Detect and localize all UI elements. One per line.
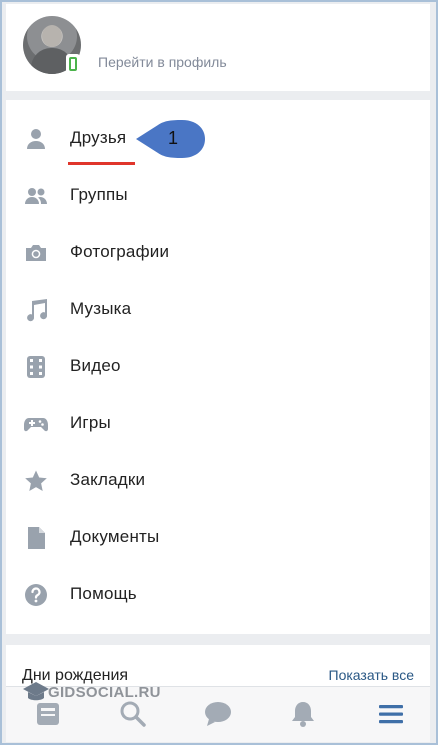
menu-item-friends[interactable]: Друзья <box>6 110 430 167</box>
profile-card[interactable]: Перейти в профиль <box>6 4 430 91</box>
red-underline-annotation <box>68 162 135 165</box>
menu-item-label: Помощь <box>70 584 137 603</box>
film-icon <box>27 356 45 378</box>
watermark-text: GIDSOCIAL.RU <box>48 684 161 701</box>
menu-icon[interactable] <box>376 699 406 729</box>
menu-item-label: Музыка <box>70 299 132 318</box>
help-icon <box>25 584 47 606</box>
menu-item-label: Друзья <box>70 128 127 147</box>
menu-item-label: Закладки <box>70 470 146 489</box>
document-icon <box>28 527 45 549</box>
menu-item-label: Видео <box>70 356 121 375</box>
go-to-profile-link[interactable]: Перейти в профиль <box>98 54 227 70</box>
menu-item-games[interactable]: Игры <box>6 395 430 452</box>
group-icon <box>25 188 47 204</box>
notifications-icon[interactable] <box>288 699 318 729</box>
messages-icon[interactable] <box>203 699 233 729</box>
menu-item-label: Фотографии <box>70 242 170 261</box>
camera-icon <box>26 245 46 261</box>
callout-number: 1 <box>168 128 179 148</box>
show-all-link[interactable]: Показать все <box>329 667 414 683</box>
menu-item-label: Документы <box>70 527 160 546</box>
menu-item-groups[interactable]: Группы <box>6 167 430 224</box>
mobile-online-icon <box>66 54 80 74</box>
star-icon <box>25 470 47 491</box>
menu-item-photos[interactable]: Фотографии <box>6 224 430 281</box>
menu-item-label: Группы <box>70 185 128 204</box>
gamepad-icon <box>24 418 48 432</box>
menu-item-music[interactable]: Музыка <box>6 281 430 338</box>
menu-item-label: Игры <box>70 413 111 432</box>
menu-item-help[interactable]: Помощь <box>6 566 430 623</box>
menu-item-video[interactable]: Видео <box>6 338 430 395</box>
side-menu: Друзья Группы Фотографии Музыка Видео Иг… <box>6 100 430 634</box>
person-icon <box>27 129 45 149</box>
menu-item-documents[interactable]: Документы <box>6 509 430 566</box>
menu-item-bookmarks[interactable]: Закладки <box>6 452 430 509</box>
music-note-icon <box>27 299 48 322</box>
graduation-cap-icon <box>23 682 49 701</box>
step-callout: 1 <box>134 119 206 159</box>
search-icon[interactable] <box>118 699 148 729</box>
